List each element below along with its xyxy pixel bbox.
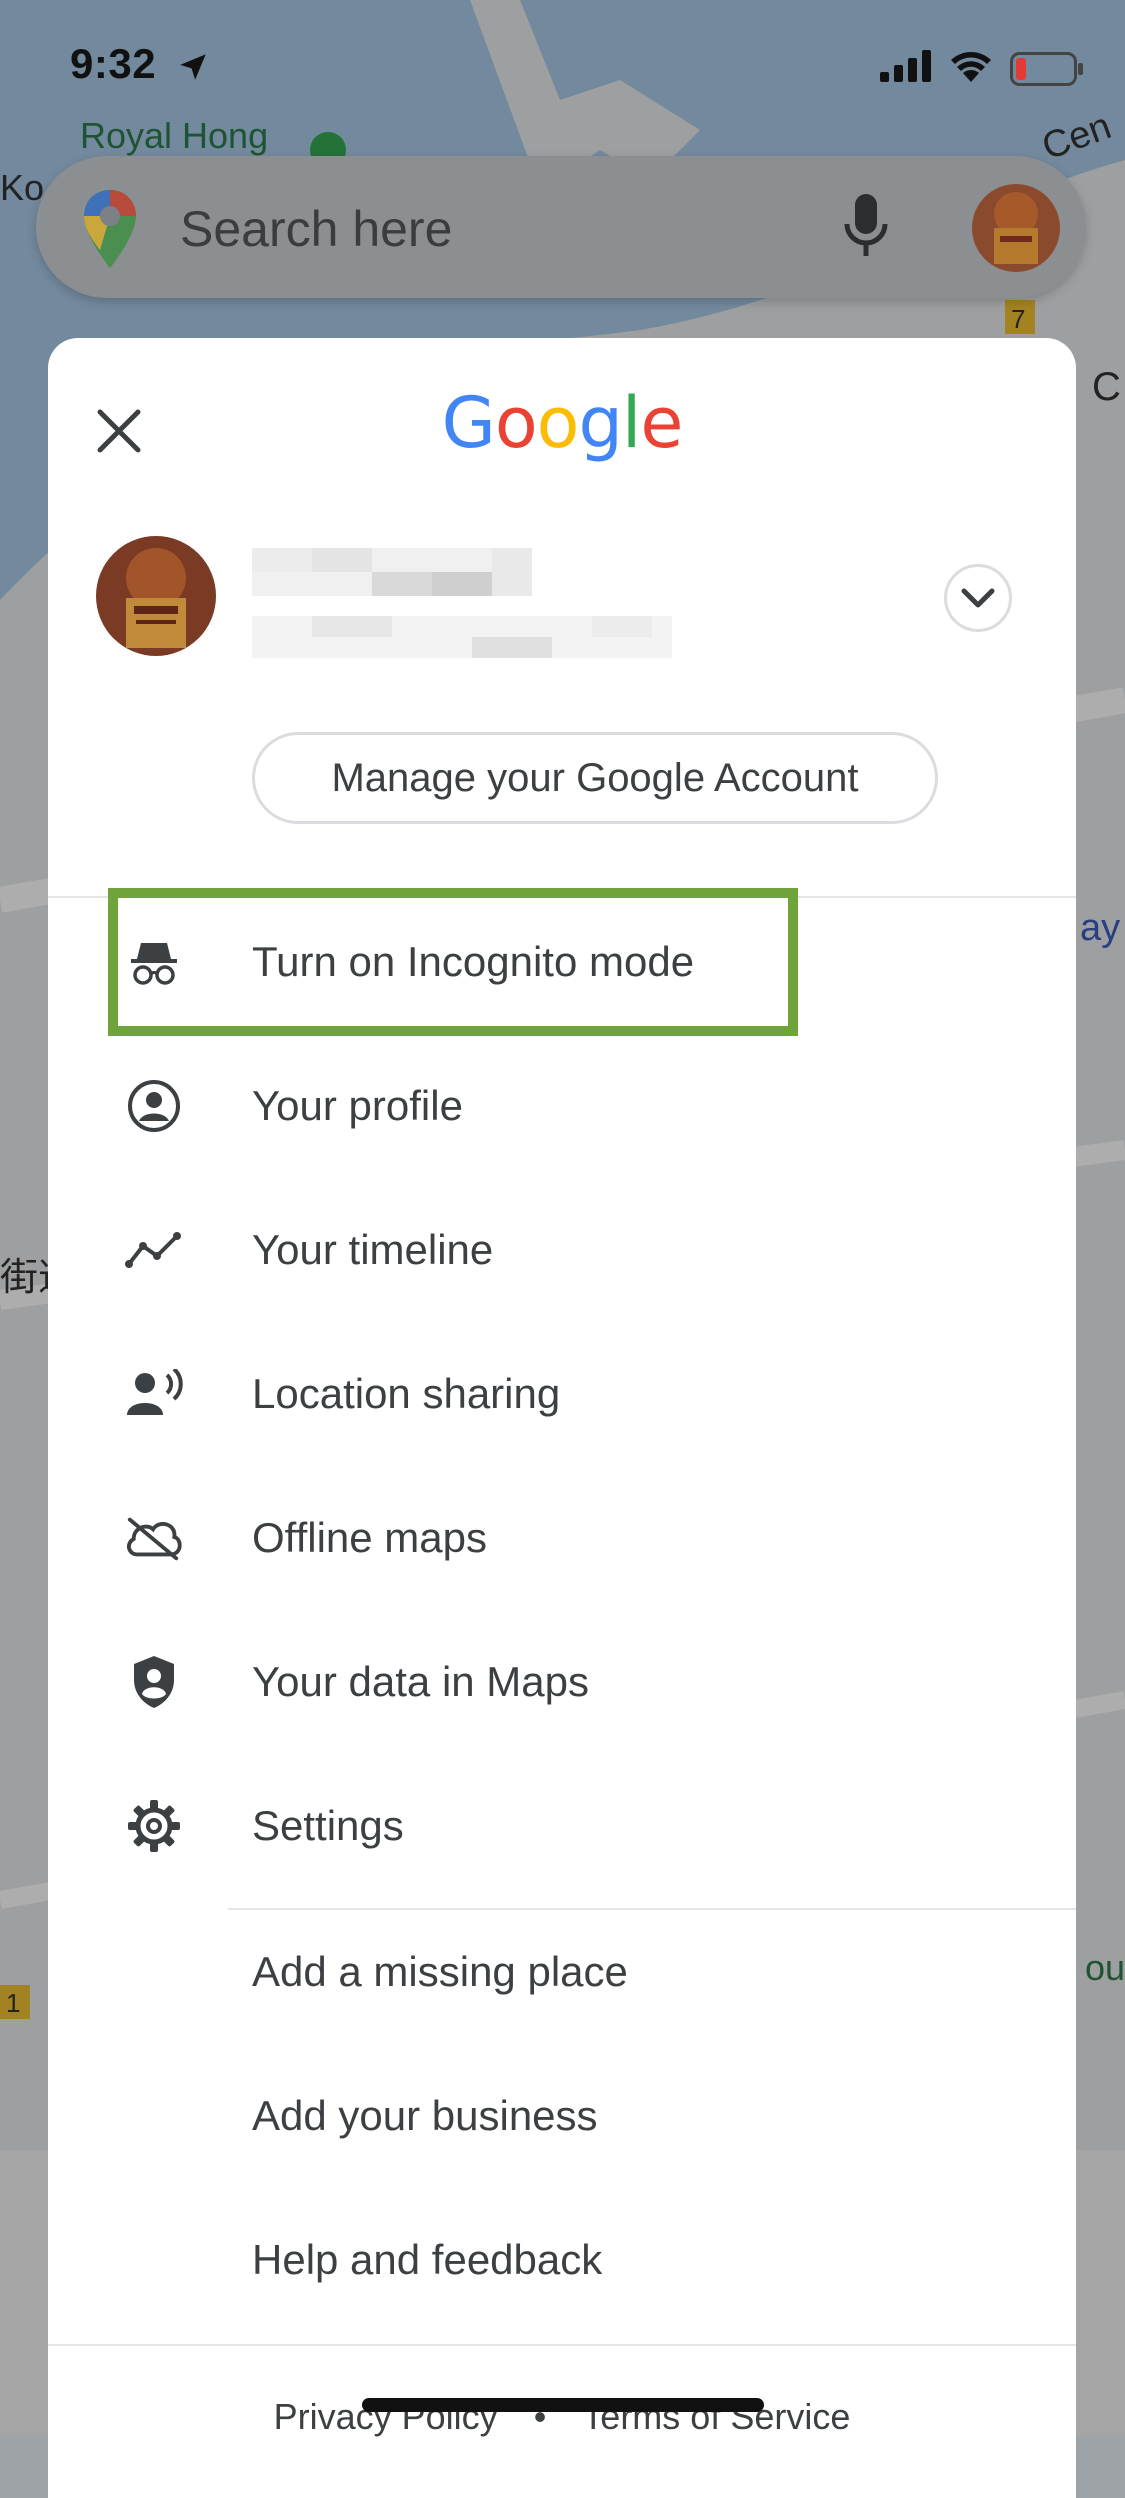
status-time: 9:32 [70, 40, 157, 87]
profile-icon [128, 1080, 180, 1132]
divider [228, 1908, 1076, 1910]
menu-item-settings[interactable]: Settings [48, 1766, 1076, 1886]
menu-item-your-data-in-maps[interactable]: Your data in Maps [48, 1622, 1076, 1742]
menu-item-location-sharing[interactable]: Location sharing [48, 1334, 1076, 1454]
menu-item-label: Help and feedback [252, 2236, 603, 2283]
google-logo-letter: o [494, 382, 538, 464]
cellular-signal-icon [880, 50, 931, 82]
google-maps-pin-icon [84, 190, 136, 268]
status-bar: 9:32 [0, 0, 1125, 140]
expand-accounts-button[interactable] [944, 564, 1012, 632]
google-logo-letter: o [536, 382, 580, 464]
menu-item-label: Your profile [252, 1082, 463, 1129]
google-logo-letter: G [441, 382, 496, 464]
gear-icon [128, 1800, 180, 1852]
menu-item-label: Your timeline [252, 1226, 494, 1273]
offline-maps-icon [127, 1517, 182, 1561]
google-logo-letter: l [621, 382, 641, 464]
account-name-redacted [252, 548, 672, 658]
account-sheet: Google Manage your Google Account Turn o… [48, 338, 1076, 2498]
search-input[interactable]: Search here [180, 200, 452, 258]
google-logo-letter: g [578, 382, 622, 464]
menu-item-add-your-business[interactable]: Add your business [48, 2056, 1076, 2176]
menu-item-label: Location sharing [252, 1370, 561, 1417]
menu-item-your-profile[interactable]: Your profile [48, 1046, 1076, 1166]
menu-item-help-and-feedback[interactable]: Help and feedback [48, 2200, 1076, 2320]
manage-account-label: Manage your Google Account [331, 755, 859, 800]
chevron-down-icon [961, 588, 995, 608]
menu-item-label: Add a missing place [252, 1948, 628, 1995]
manage-account-button[interactable]: Manage your Google Account [252, 732, 938, 824]
location-sharing-icon [127, 1369, 183, 1415]
menu-item-label: Settings [252, 1802, 404, 1849]
google-logo-letter: e [640, 382, 683, 464]
microphone-icon[interactable] [844, 194, 888, 260]
menu-item-your-timeline[interactable]: Your timeline [48, 1190, 1076, 1310]
menu-item-label: Offline maps [252, 1514, 487, 1561]
account-avatar-button[interactable] [972, 184, 1060, 272]
incognito-highlight-box [108, 888, 798, 1036]
menu-item-label: Your data in Maps [252, 1658, 590, 1705]
menu-item-offline-maps[interactable]: Offline maps [48, 1478, 1076, 1598]
timeline-icon [125, 1232, 181, 1268]
menu-item-add-missing-place[interactable]: Add a missing place [48, 1912, 1076, 2032]
menu-item-label: Add your business [252, 2092, 598, 2139]
home-indicator [362, 2398, 764, 2412]
search-bar[interactable]: Search here [36, 156, 1086, 298]
data-shield-icon [134, 1656, 174, 1708]
google-logo: Google [48, 382, 1076, 464]
location-arrow-icon [180, 54, 206, 80]
divider [48, 2344, 1076, 2346]
avatar [96, 536, 216, 656]
wifi-icon [951, 52, 991, 82]
battery-low-icon [1010, 52, 1083, 86]
